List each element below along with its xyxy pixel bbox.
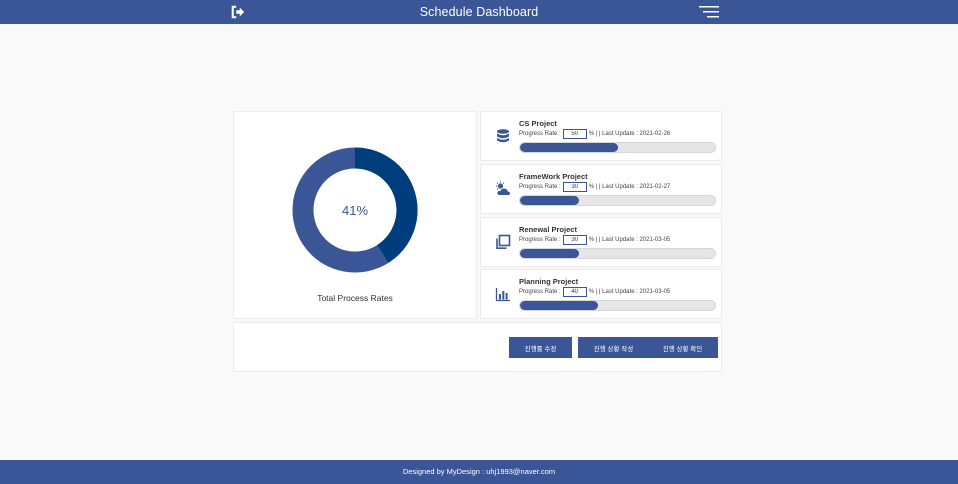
project-name: FrameWork Project <box>519 172 588 181</box>
separator: | | <box>595 237 601 243</box>
last-update-label: Last Update : <box>602 289 638 295</box>
footer: Designed by MyDesign : uhj1993@naver.com <box>0 460 958 484</box>
project-name: Renewal Project <box>519 225 577 234</box>
project-card-cs: CS Project Progress Rate : % | | Last Up… <box>480 111 722 161</box>
progress-rate-input[interactable] <box>562 287 587 297</box>
check-status-button[interactable]: 진행 상황 확인 <box>647 337 718 358</box>
bar-chart-icon <box>495 288 510 302</box>
last-update-date: 2021-03-05 <box>639 237 671 243</box>
progress-bar-fill <box>520 196 579 205</box>
last-update-label: Last Update : <box>602 237 638 243</box>
progress-rate-label: Progress Rate : <box>519 237 561 243</box>
progress-rate-label: Progress Rate : <box>519 131 561 137</box>
last-update-date: 2021-02-27 <box>639 184 671 190</box>
action-button-bar: 진행률 수정 진행 상황 작성 진행 상황 확인 <box>233 322 722 372</box>
progress-rate-input[interactable] <box>562 235 587 245</box>
progress-bar <box>519 195 716 206</box>
project-meta: Progress Rate : % | | Last Update : 2021… <box>519 182 670 192</box>
project-meta: Progress Rate : % | | Last Update : 2021… <box>519 129 670 139</box>
project-card-framework: FrameWork Project Progress Rate : % | | … <box>480 164 722 214</box>
percent-unit: % <box>588 184 595 190</box>
database-icon <box>497 129 509 143</box>
separator: | | <box>595 184 601 190</box>
hamburger-menu-icon[interactable] <box>699 5 719 19</box>
page-title: Schedule Dashboard <box>419 5 539 19</box>
donut-percent-text: 41% <box>342 203 368 218</box>
project-name: Planning Project <box>519 277 579 286</box>
last-update-date: 2021-02-26 <box>639 131 671 137</box>
progress-donut-chart: 41% <box>292 147 418 273</box>
progress-bar-fill <box>520 301 598 310</box>
project-name: CS Project <box>519 119 557 128</box>
progress-bar <box>519 142 716 153</box>
progress-rate-input[interactable] <box>562 182 587 192</box>
percent-unit: % <box>588 131 595 137</box>
project-meta: Progress Rate : % | | Last Update : 2021… <box>519 287 670 297</box>
project-card-planning: Planning Project Progress Rate : % | | L… <box>480 269 722 319</box>
progress-bar <box>519 248 716 259</box>
project-meta: Progress Rate : % | | Last Update : 2021… <box>519 235 670 245</box>
progress-bar <box>519 300 716 311</box>
last-update-date: 2021-03-05 <box>639 289 671 295</box>
last-update-label: Last Update : <box>602 184 638 190</box>
cloud-sun-icon <box>496 181 511 195</box>
progress-rate-input[interactable] <box>562 129 587 139</box>
project-card-renewal: Renewal Project Progress Rate : % | | La… <box>480 217 722 267</box>
last-update-label: Last Update : <box>602 131 638 137</box>
progress-rate-label: Progress Rate : <box>519 184 561 190</box>
total-progress-card: 41% Total Process Rates <box>233 111 477 319</box>
edit-progress-button[interactable]: 진행률 수정 <box>509 337 572 358</box>
percent-unit: % <box>588 237 595 243</box>
separator: | | <box>595 289 601 295</box>
write-status-button[interactable]: 진행 상황 작성 <box>578 337 649 358</box>
copy-icon <box>496 234 511 249</box>
progress-bar-fill <box>520 143 618 152</box>
progress-rate-label: Progress Rate : <box>519 289 561 295</box>
top-nav-bar: Schedule Dashboard <box>0 0 958 24</box>
separator: | | <box>595 131 601 137</box>
total-process-rates-label: Total Process Rates <box>317 293 393 303</box>
percent-unit: % <box>588 289 595 295</box>
progress-bar-fill <box>520 249 579 258</box>
